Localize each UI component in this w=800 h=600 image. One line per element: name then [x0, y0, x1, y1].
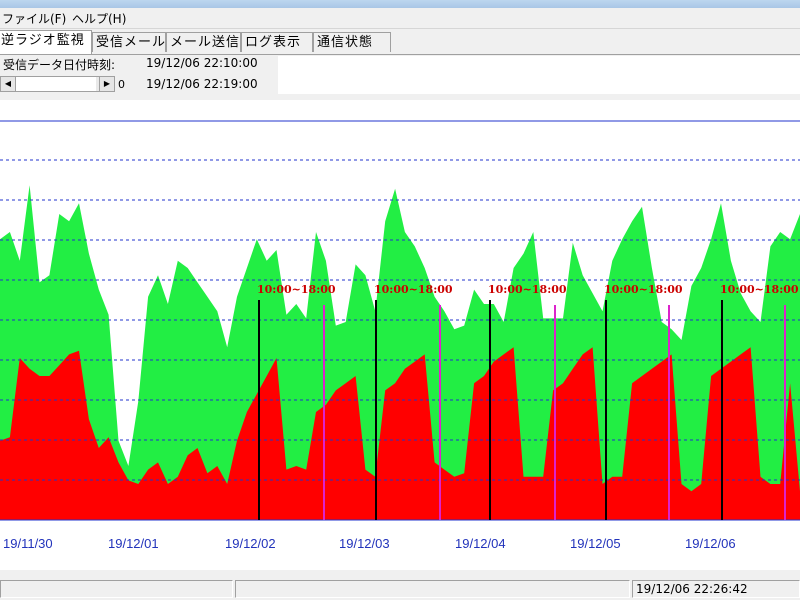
status-clock: 19/12/06 22:26:42: [632, 580, 800, 598]
time-window-annotation: 10:00~18:00: [374, 283, 453, 296]
tab-reverse-radio-monitor[interactable]: 逆ラジオ監視: [0, 30, 92, 54]
monitor-chart: 10:00~18:00 10:00~18:00 10:00~18:00 10:00~1…: [0, 100, 800, 570]
status-bar: 19/12/06 22:26:42: [0, 578, 800, 600]
date-from-value: 19/12/06 22:10:00: [146, 56, 258, 70]
time-window-annotation: 10:00~18:00: [720, 283, 799, 296]
date-to-value: 19/12/06 22:19:00: [146, 77, 258, 91]
scroll-left-button[interactable]: ◀: [1, 77, 16, 91]
x-tick-label: 19/11/30: [3, 536, 53, 551]
tab-bar: 逆ラジオ監視 受信メール メール送信 ログ表示 通信状態: [0, 30, 800, 55]
x-tick-label: 19/12/03: [339, 536, 390, 551]
x-tick-label: 19/12/05: [570, 536, 621, 551]
x-tick-label: 19/12/04: [455, 536, 506, 551]
scroll-track[interactable]: [16, 77, 96, 91]
menu-file[interactable]: ファイル(F): [2, 10, 66, 27]
status-panel-2: [235, 580, 630, 598]
monitor-chart-svg: 10:00~18:00 10:00~18:00 10:00~18:00 10:00~1…: [0, 120, 800, 551]
tab-send-mail[interactable]: メール送信: [166, 32, 241, 52]
time-window-annotation: 10:00~18:00: [488, 283, 567, 296]
x-tick-label: 19/12/06: [685, 536, 736, 551]
scroll-right-button[interactable]: ▶: [99, 77, 114, 91]
date-scrollbar[interactable]: ◀ ▶: [0, 76, 115, 92]
scroll-value: 0: [118, 78, 125, 91]
tab-comm-status[interactable]: 通信状態: [313, 32, 391, 52]
menu-bar: ファイル(F) ヘルプ(H): [0, 8, 800, 29]
menu-help[interactable]: ヘルプ(H): [72, 10, 126, 27]
tab-received-mail[interactable]: 受信メール: [92, 32, 166, 52]
info-box: [278, 56, 800, 94]
time-window-annotation: 10:00~18:00: [604, 283, 683, 296]
status-panel-1: [0, 580, 233, 598]
tab-log-view[interactable]: ログ表示: [241, 32, 313, 52]
received-datetime-label: 受信データ日付時刻:: [3, 58, 116, 72]
x-tick-label: 19/12/02: [225, 536, 276, 551]
x-tick-label: 19/12/01: [108, 536, 159, 551]
time-window-annotation: 10:00~18:00: [257, 283, 336, 296]
